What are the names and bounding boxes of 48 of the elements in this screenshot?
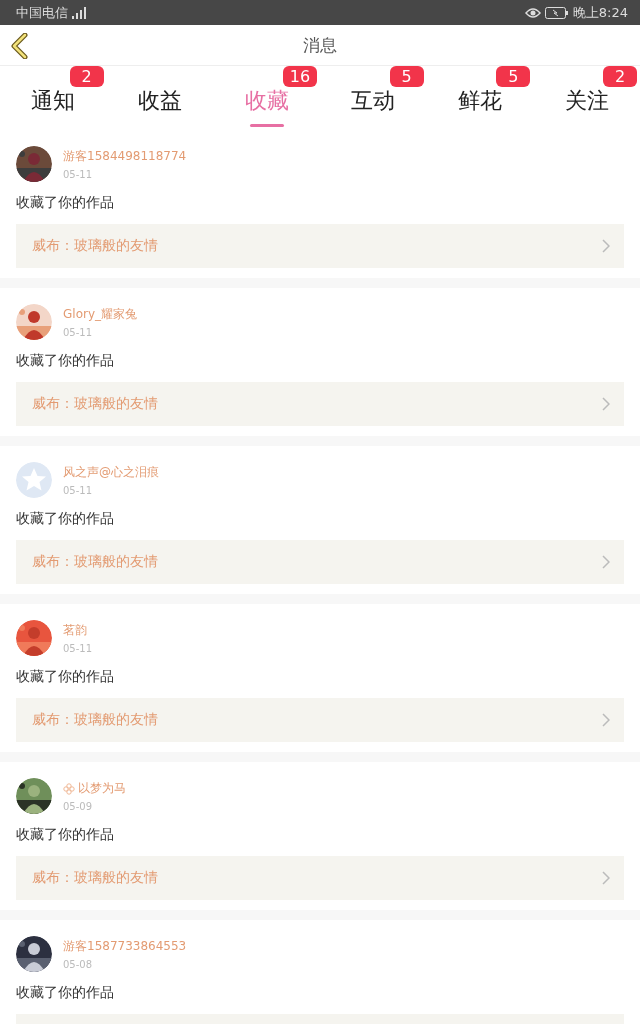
count-badge: 2 [69,66,104,87]
tab[interactable]: 关注 2 [533,66,640,130]
chevron-icon [602,555,610,569]
user-name[interactable]: 风之声@心之泪痕 [63,464,159,481]
clock-time: 晚上8:24 [572,3,628,22]
signal-icon [72,6,86,19]
tab[interactable]: 收益 [106,66,214,130]
tab[interactable]: 互动 5 [320,66,427,130]
work-link[interactable]: 威布：玻璃般的友情 [16,540,624,584]
date: 05-11 [63,327,94,338]
action-text: 收藏了你的作品 [16,194,115,212]
chevron-icon [602,713,610,727]
date: 05-11 [63,643,93,654]
work-link[interactable]: 威布：玻璃般的友情 [16,698,624,742]
tab[interactable]: 通知 2 [0,66,107,130]
action-text: 收藏了你的作品 [16,984,115,1002]
default-avatar-icon [16,462,52,498]
tab[interactable]: 鲜花 5 [426,66,534,130]
action-text: 收藏了你的作品 [16,352,115,370]
user-name[interactable]: 茗韵 [63,622,87,639]
count-badge: 2 [603,66,638,87]
user-name[interactable]: Glory_耀家兔 [63,306,137,323]
back-icon[interactable] [10,33,30,59]
chevron-icon [602,871,610,885]
count-badge: 5 [496,66,531,87]
date: 05-11 [63,169,94,180]
action-text: 收藏了你的作品 [16,668,115,686]
user-name[interactable]: 以梦为马 [78,780,126,797]
chevron-icon [602,397,610,411]
user-name[interactable]: 游客1587733864553 [63,938,187,955]
date: 05-11 [63,485,94,496]
count-badge: 16 [283,66,317,87]
work-link[interactable]: 威布：玻璃般的友情 [16,382,624,426]
count-badge: 5 [389,66,424,87]
date: 05-09 [63,801,94,812]
action-text: 收藏了你的作品 [16,826,115,844]
work-link[interactable]: 威布：玻璃般的友情 [16,856,624,900]
carrier-name: 中国电信 [16,3,68,22]
user-name[interactable]: 游客1584498118774 [63,148,187,165]
page-title: 消息 [303,33,337,57]
work-link[interactable]: 威布：玻璃般的友情 [16,224,624,268]
chevron-icon [602,239,610,253]
tab-underline [249,124,284,127]
action-text: 收藏了你的作品 [16,510,115,528]
battery-icon [544,6,569,19]
tab[interactable]: 收藏 16 [213,66,320,130]
date: 05-08 [63,959,94,970]
eye-icon [524,6,541,19]
